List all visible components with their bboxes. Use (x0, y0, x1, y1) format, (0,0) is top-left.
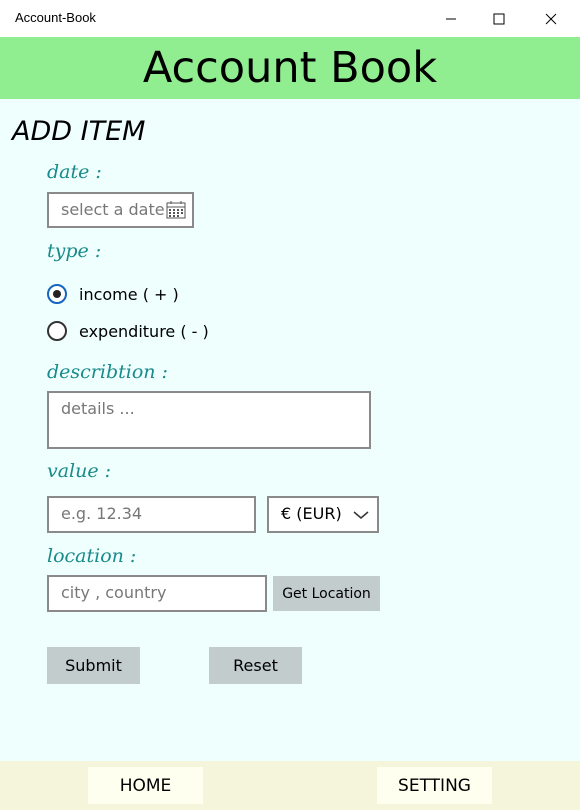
type-label: type : (47, 240, 102, 262)
nav-setting-button[interactable]: SETTING (377, 767, 492, 804)
nav-home-button[interactable]: HOME (88, 767, 203, 804)
radio-expenditure-label: expenditure ( - ) (79, 321, 209, 341)
app-title: Account Book (142, 43, 438, 93)
minimize-button[interactable] (428, 0, 474, 37)
window-title: Account-Book (15, 10, 96, 25)
bottom-nav: HOME SETTING (0, 761, 580, 810)
value-placeholder: e.g. 12.34 (61, 504, 143, 523)
radio-unselected-icon (47, 321, 67, 341)
radio-selected-icon (47, 284, 67, 304)
radio-income[interactable]: income ( + ) (47, 284, 179, 304)
location-label: location : (47, 545, 137, 567)
maximize-icon (493, 13, 505, 24)
get-location-button[interactable]: Get Location (273, 576, 380, 611)
close-icon (545, 13, 557, 24)
section-title: ADD ITEM (12, 116, 146, 147)
location-input[interactable]: city , country (47, 575, 267, 612)
radio-expenditure[interactable]: expenditure ( - ) (47, 321, 209, 341)
close-button[interactable] (528, 0, 574, 37)
date-label: date : (47, 161, 102, 183)
radio-income-label: income ( + ) (79, 284, 179, 304)
add-item-form: ADD ITEM date : select a date type : inc… (0, 99, 580, 761)
calendar-icon (166, 201, 186, 219)
reset-button[interactable]: Reset (209, 647, 302, 684)
chevron-down-icon (353, 511, 369, 519)
window-titlebar: Account-Book (0, 0, 580, 37)
currency-selected: € (EUR) (281, 504, 342, 523)
maximize-button[interactable] (476, 0, 522, 37)
description-textarea[interactable]: details ... (47, 391, 371, 449)
date-picker[interactable]: select a date (47, 192, 194, 228)
value-input[interactable]: e.g. 12.34 (47, 496, 256, 533)
description-placeholder: details ... (61, 399, 135, 418)
submit-button[interactable]: Submit (47, 647, 140, 684)
description-label: describtion : (47, 361, 168, 383)
location-placeholder: city , country (61, 583, 167, 602)
app-header: Account Book (0, 37, 580, 99)
currency-select[interactable]: € (EUR) (267, 496, 379, 533)
value-label: value : (47, 460, 112, 482)
minimize-icon (446, 18, 456, 19)
date-placeholder: select a date (61, 200, 165, 219)
